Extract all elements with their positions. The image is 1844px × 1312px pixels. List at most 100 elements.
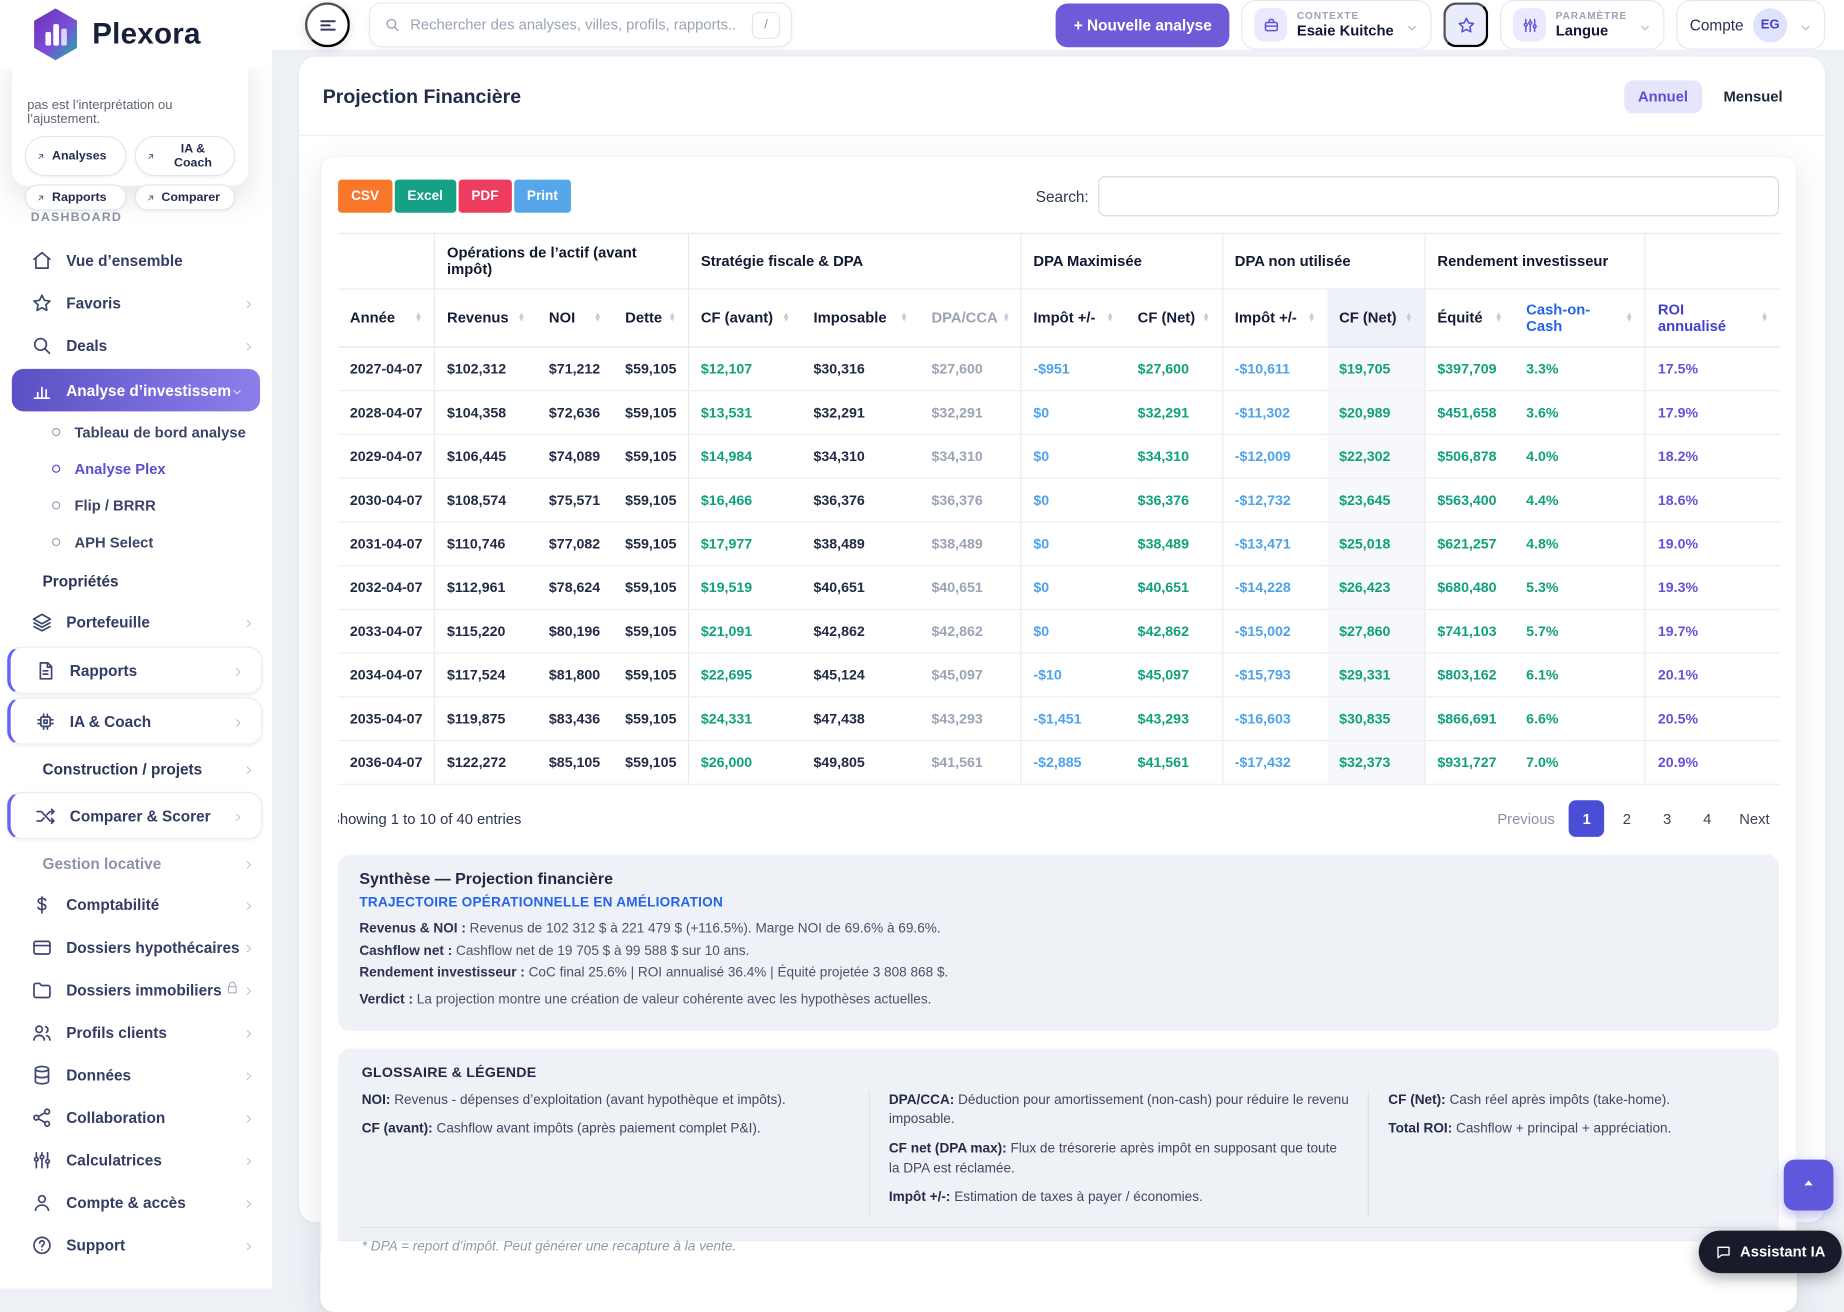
sidebar-group-construction-projets[interactable]: Construction / projets bbox=[0, 748, 272, 788]
export-csv-button[interactable]: CSV bbox=[338, 180, 392, 213]
layers-icon bbox=[31, 611, 53, 633]
export-excel-button[interactable]: Excel bbox=[394, 180, 456, 213]
cell-revenus: $117,524 bbox=[435, 653, 537, 697]
table-row[interactable]: 2036-04-07$122,272$85,105$59,105$26,000$… bbox=[338, 741, 1780, 785]
tooltip-pill-ia-coach[interactable]: IA & Coach bbox=[134, 136, 235, 176]
search-icon bbox=[31, 334, 53, 356]
search-icon bbox=[384, 17, 401, 34]
group-header-dpa-non-utilis-e: DPA non utilisée bbox=[1222, 233, 1425, 289]
sidebar-item-comparer-scorer[interactable]: Comparer & Scorer bbox=[7, 792, 262, 839]
sidebar-item-analyse-d-investissement[interactable]: Analyse d’investissement bbox=[12, 369, 260, 412]
tab-annuel[interactable]: Annuel bbox=[1624, 80, 1702, 113]
new-analysis-button[interactable]: + Nouvelle analyse bbox=[1056, 3, 1229, 47]
sidebar-item-rapports[interactable]: Rapports bbox=[7, 647, 262, 694]
menu-toggle-button[interactable] bbox=[305, 2, 350, 47]
column-header-roi-annualis-13[interactable]: ROI annualisé▲▼ bbox=[1645, 289, 1780, 347]
pagination-page-3[interactable]: 3 bbox=[1649, 800, 1684, 837]
pagination-next[interactable]: Next bbox=[1730, 800, 1779, 837]
avatar: EG bbox=[1753, 8, 1787, 42]
cell-cash-on-cash: 3.3% bbox=[1514, 347, 1645, 391]
tooltip-pill-comparer[interactable]: Comparer bbox=[134, 184, 235, 210]
sort-icon: ▲▼ bbox=[415, 313, 423, 324]
tooltip-pill-rapports[interactable]: Rapports bbox=[25, 184, 126, 210]
favorites-button[interactable] bbox=[1443, 2, 1488, 47]
column-header-ann-e-0[interactable]: Année▲▼ bbox=[338, 289, 435, 347]
column-header-cf-net-10[interactable]: CF (Net)▲▼ bbox=[1327, 289, 1425, 347]
context-selector[interactable]: CONTEXTE Esaie Kuitche bbox=[1241, 0, 1431, 50]
table-row[interactable]: 2035-04-07$119,875$83,436$59,105$24,331$… bbox=[338, 697, 1780, 741]
sidebar-item-support[interactable]: Support bbox=[0, 1223, 272, 1266]
sidebar-subitem-analyse-plex[interactable]: Analyse Plex bbox=[0, 450, 272, 487]
cell-imp-t: -$12,732 bbox=[1222, 478, 1327, 522]
sidebar-item-comptabilit[interactable]: Comptabilité bbox=[0, 883, 272, 926]
column-header-imp-t-7[interactable]: Impôt +/-▲▼ bbox=[1021, 289, 1126, 347]
global-search[interactable]: / bbox=[369, 2, 792, 47]
sidebar-item-donn-es[interactable]: Données bbox=[0, 1053, 272, 1096]
column-header-imposable-5[interactable]: Imposable▲▼ bbox=[802, 289, 920, 347]
cell-quit: $451,658 bbox=[1425, 391, 1514, 435]
cell-roi-annualis: 18.2% bbox=[1645, 434, 1780, 478]
column-header-dpa-cca-6[interactable]: DPA/CCA▲▼ bbox=[920, 289, 1021, 347]
table-row[interactable]: 2029-04-07$106,445$74,089$59,105$14,984$… bbox=[338, 434, 1780, 478]
pagination-page-4[interactable]: 4 bbox=[1690, 800, 1725, 837]
chevron-right-icon bbox=[242, 1153, 255, 1166]
sidebar-item-vue-d-ensemble[interactable]: Vue d’ensemble bbox=[0, 239, 272, 282]
export-pdf-button[interactable]: PDF bbox=[458, 180, 511, 213]
scroll-to-top-button[interactable] bbox=[1784, 1160, 1834, 1211]
cell-imp-t: $0 bbox=[1021, 391, 1126, 435]
cell-imp-t: -$10,611 bbox=[1222, 347, 1327, 391]
column-header-cash-on-cash-12[interactable]: Cash-on-Cash▲▼ bbox=[1514, 289, 1645, 347]
sidebar-item-profils-clients[interactable]: Profils clients bbox=[0, 1011, 272, 1054]
account-selector[interactable]: Compte EG bbox=[1677, 0, 1825, 50]
sidebar-item-compte-acc-s[interactable]: Compte & accès bbox=[0, 1181, 272, 1224]
column-header-imp-t-9[interactable]: Impôt +/-▲▼ bbox=[1222, 289, 1327, 347]
cell-roi-annualis: 19.3% bbox=[1645, 566, 1780, 610]
column-header-quit-11[interactable]: Équité▲▼ bbox=[1425, 289, 1514, 347]
chevron-down-icon bbox=[1639, 18, 1652, 31]
sidebar-item-calculatrices[interactable]: Calculatrices bbox=[0, 1138, 272, 1181]
column-header-noi-2[interactable]: NOI▲▼ bbox=[537, 289, 613, 347]
parameter-selector[interactable]: PARAMÈTRE Langue bbox=[1500, 0, 1665, 50]
sidebar-subitem-aph-select[interactable]: APH Select bbox=[0, 524, 272, 561]
sidebar-group-gestion-locative[interactable]: Gestion locative bbox=[0, 843, 272, 883]
pagination-previous[interactable]: Previous bbox=[1488, 800, 1564, 837]
table-row[interactable]: 2031-04-07$110,746$77,082$59,105$17,977$… bbox=[338, 522, 1780, 566]
cell-cash-on-cash: 3.6% bbox=[1514, 391, 1645, 435]
glossary-item: NOI: Revenus - dépenses d’exploitation (… bbox=[362, 1090, 850, 1110]
cell-cf-net: $29,331 bbox=[1327, 653, 1425, 697]
sidebar-subitem-flip-brrr[interactable]: Flip / BRRR bbox=[0, 487, 272, 524]
sidebar-group-propri-t-s[interactable]: Propriétés bbox=[0, 560, 272, 600]
table-row[interactable]: 2030-04-07$108,574$75,571$59,105$16,466$… bbox=[338, 478, 1780, 522]
tooltip-text: pas est l’interprétation ou l’ajustement… bbox=[27, 98, 235, 126]
tooltip-pill-analyses[interactable]: Analyses bbox=[25, 136, 126, 176]
column-header-cf-avant-4[interactable]: CF (avant)▲▼ bbox=[688, 289, 801, 347]
tab-mensuel[interactable]: Mensuel bbox=[1709, 80, 1796, 113]
sidebar-item-deals[interactable]: Deals bbox=[0, 324, 272, 367]
sidebar-item-dossiers-hypoth-caires[interactable]: Dossiers hypothécaires bbox=[0, 926, 272, 969]
sidebar-item-ia-coach[interactable]: IA & Coach bbox=[7, 697, 262, 744]
brand-logo[interactable]: Plexora bbox=[0, 0, 272, 69]
export-print-button[interactable]: Print bbox=[514, 180, 571, 213]
cell-cf-net: $36,376 bbox=[1126, 478, 1223, 522]
column-header-revenus-1[interactable]: Revenus▲▼ bbox=[435, 289, 537, 347]
table-row[interactable]: 2032-04-07$112,961$78,624$59,105$19,519$… bbox=[338, 566, 1780, 610]
cell-quit: $680,480 bbox=[1425, 566, 1514, 610]
table-search-input[interactable] bbox=[1098, 176, 1779, 216]
sidebar-subitem-tableau-de-bord-analyse[interactable]: Tableau de bord analyse bbox=[0, 414, 272, 451]
pagination-page-1[interactable]: 1 bbox=[1569, 800, 1604, 837]
column-header-dette-3[interactable]: Dette▲▼ bbox=[613, 289, 688, 347]
table-row[interactable]: 2028-04-07$104,358$72,636$59,105$13,531$… bbox=[338, 391, 1780, 435]
ai-assistant-button[interactable]: Assistant IA bbox=[1699, 1231, 1842, 1274]
sidebar-item-favoris[interactable]: Favoris bbox=[0, 281, 272, 324]
group-header-rendement-investisseur: Rendement investisseur bbox=[1425, 233, 1645, 289]
cell-roi-annualis: 17.5% bbox=[1645, 347, 1780, 391]
sidebar-item-collaboration[interactable]: Collaboration bbox=[0, 1096, 272, 1139]
sidebar-item-dossiers-immobiliers[interactable]: Dossiers immobiliers bbox=[0, 968, 272, 1011]
table-row[interactable]: 2027-04-07$102,312$71,212$59,105$12,107$… bbox=[338, 347, 1780, 391]
table-row[interactable]: 2034-04-07$117,524$81,800$59,105$22,695$… bbox=[338, 653, 1780, 697]
pagination-page-2[interactable]: 2 bbox=[1609, 800, 1644, 837]
search-input[interactable] bbox=[408, 15, 752, 34]
sidebar-item-portefeuille[interactable]: Portefeuille bbox=[0, 601, 272, 644]
table-row[interactable]: 2033-04-07$115,220$80,196$59,105$21,091$… bbox=[338, 609, 1780, 653]
column-header-cf-net-8[interactable]: CF (Net)▲▼ bbox=[1126, 289, 1223, 347]
